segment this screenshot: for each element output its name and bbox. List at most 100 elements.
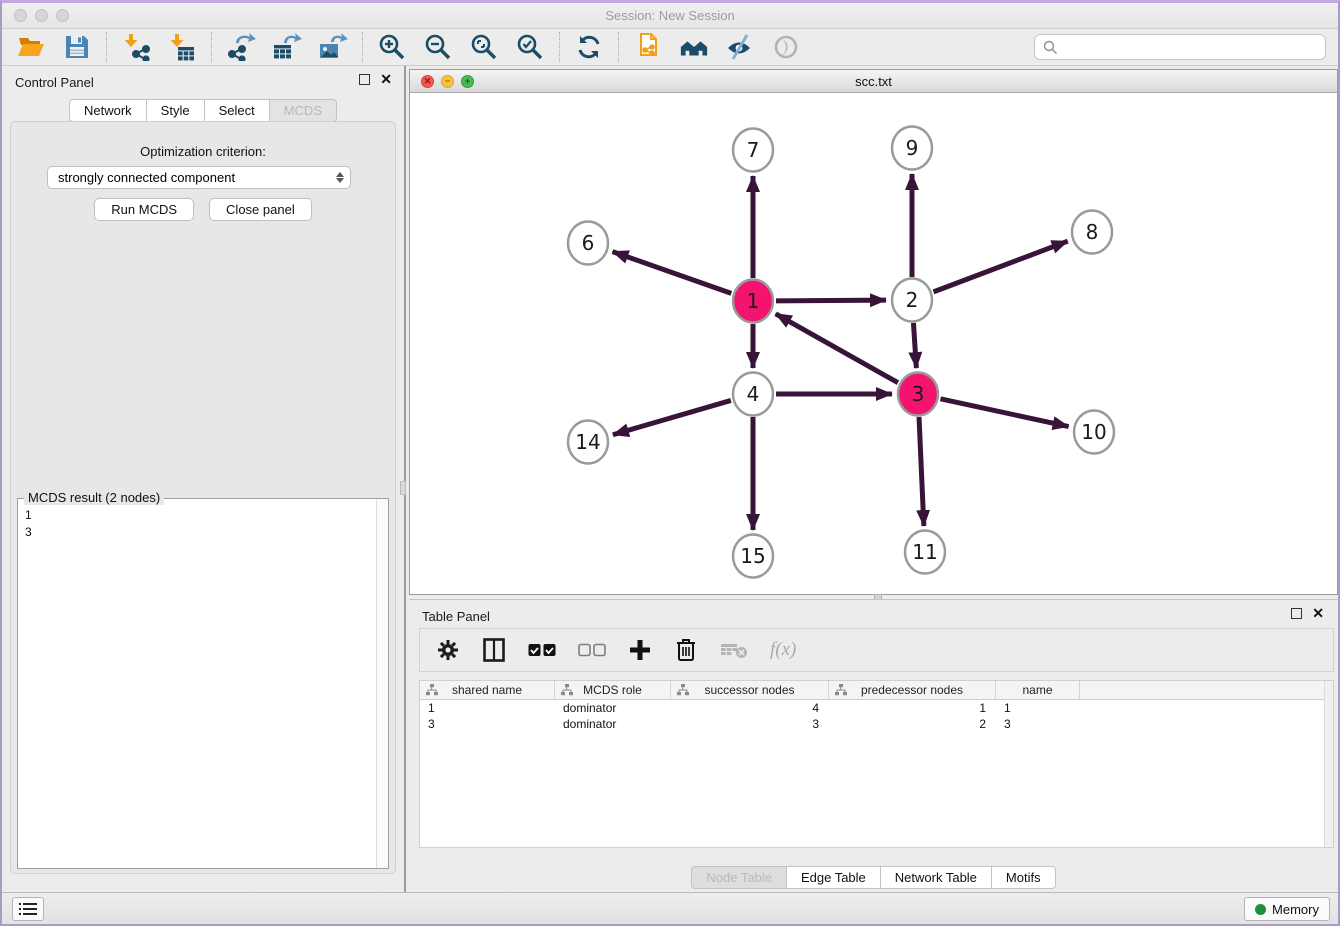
table-panel-maximize-icon[interactable]	[1291, 608, 1302, 619]
table-panel: Table Panel	[409, 599, 1338, 897]
edge-3-11[interactable]	[919, 417, 924, 526]
cell-shared-name[interactable]: 3	[420, 716, 555, 732]
graph-node-9[interactable]: 9	[892, 127, 932, 170]
show-all-icon[interactable]	[771, 32, 801, 62]
graph-node-15[interactable]: 15	[733, 535, 773, 578]
column-header-MCDS-role[interactable]: MCDS role	[555, 681, 671, 699]
cell-shared-name[interactable]: 1	[420, 700, 555, 716]
tab-node-table[interactable]: Node Table	[691, 866, 787, 889]
column-header-name[interactable]: name	[996, 681, 1080, 699]
tree-icon	[677, 684, 689, 696]
table-row[interactable]: 1dominator411	[420, 700, 1333, 716]
column-header-successor-nodes[interactable]: successor nodes	[671, 681, 829, 699]
task-history-button[interactable]	[12, 897, 44, 921]
table-panel-tabs: Node TableEdge TableNetwork TableMotifs	[409, 866, 1338, 889]
zoom-in-icon[interactable]	[377, 32, 407, 62]
cell-predecessor-nodes[interactable]: 1	[829, 700, 996, 716]
run-mcds-button[interactable]: Run MCDS	[94, 198, 194, 221]
tab-style[interactable]: Style	[146, 99, 205, 122]
network-view-window: ✕ − + scc.txt 7 9 6 8 1 2 4 3 14 10 15 11	[409, 69, 1338, 595]
tab-mcds[interactable]: MCDS	[269, 99, 337, 122]
tab-edge-table[interactable]: Edge Table	[786, 866, 881, 889]
close-panel-button[interactable]: Close panel	[209, 198, 312, 221]
network-window-titlebar[interactable]: ✕ − + scc.txt	[410, 70, 1337, 93]
panel-splitter-handle[interactable]	[400, 481, 406, 495]
column-header-shared-name[interactable]: shared name	[420, 681, 555, 699]
edge-3-1[interactable]	[776, 314, 898, 383]
save-session-icon[interactable]	[62, 32, 92, 62]
cell-successor-nodes[interactable]: 3	[671, 716, 829, 732]
graph-node-7[interactable]: 7	[733, 129, 773, 172]
export-table-icon[interactable]	[272, 32, 302, 62]
optimization-criterion-label: Optimization criterion:	[11, 144, 395, 159]
edge-4-14[interactable]	[613, 400, 731, 434]
tab-network[interactable]: Network	[69, 99, 147, 122]
cell-MCDS-role[interactable]: dominator	[555, 716, 671, 732]
open-session-icon[interactable]	[16, 32, 46, 62]
cell-name[interactable]: 3	[996, 716, 1080, 732]
edge-2-3[interactable]	[913, 323, 916, 368]
settings-gear-icon[interactable]	[436, 637, 460, 663]
mcds-result-list[interactable]: 1 3	[25, 507, 374, 866]
select-all-checkboxes-icon[interactable]	[528, 637, 556, 663]
graph-node-11[interactable]: 11	[905, 531, 945, 574]
duplicate-network-icon[interactable]	[633, 32, 663, 62]
edge-3-10[interactable]	[940, 399, 1068, 427]
cell-successor-nodes[interactable]: 4	[671, 700, 829, 716]
add-column-icon[interactable]	[628, 637, 652, 663]
criterion-selected-value: strongly connected component	[58, 170, 336, 185]
tab-network-table[interactable]: Network Table	[880, 866, 992, 889]
first-neighbors-icon[interactable]	[679, 32, 709, 62]
select-stepper-icon	[336, 172, 344, 183]
toggle-columns-icon[interactable]	[482, 637, 506, 663]
edge-2-8[interactable]	[934, 241, 1068, 292]
delete-column-icon[interactable]	[674, 637, 698, 663]
zoom-out-icon[interactable]	[423, 32, 453, 62]
table-toolbar: f(x)	[419, 628, 1334, 672]
result-scrollbar[interactable]	[376, 499, 388, 868]
column-header-predecessor-nodes[interactable]: predecessor nodes	[829, 681, 996, 699]
mcds-result-box: MCDS result (2 nodes) 1 3	[17, 498, 389, 869]
graph-node-3[interactable]: 3	[898, 373, 938, 416]
import-table-icon[interactable]	[167, 32, 197, 62]
criterion-select[interactable]: strongly connected component	[47, 166, 351, 189]
cell-predecessor-nodes[interactable]: 2	[829, 716, 996, 732]
zoom-fit-icon[interactable]	[469, 32, 499, 62]
edge-1-2[interactable]	[776, 300, 886, 301]
table-row[interactable]: 3dominator323	[420, 716, 1333, 732]
delete-table-icon[interactable]	[720, 637, 748, 663]
svg-text:3: 3	[912, 382, 925, 406]
control-panel-close-icon[interactable]	[380, 74, 392, 85]
graph-node-6[interactable]: 6	[568, 222, 608, 265]
memory-button[interactable]: Memory	[1244, 897, 1330, 921]
control-panel-maximize-icon[interactable]	[359, 74, 370, 85]
svg-text:7: 7	[747, 138, 760, 162]
table-scrollbar[interactable]	[1324, 681, 1333, 847]
table-panel-close-icon[interactable]	[1312, 608, 1324, 619]
hide-selected-icon[interactable]	[725, 32, 755, 62]
svg-text:9: 9	[906, 136, 919, 160]
cell-name[interactable]: 1	[996, 700, 1080, 716]
graph-node-1[interactable]: 1	[733, 280, 773, 323]
export-image-icon[interactable]	[318, 32, 348, 62]
export-network-icon[interactable]	[226, 32, 256, 62]
search-field[interactable]	[1034, 34, 1326, 60]
graph-node-8[interactable]: 8	[1072, 211, 1112, 254]
network-canvas[interactable]: 7 9 6 8 1 2 4 3 14 10 15 11	[410, 93, 1337, 594]
deselect-all-checkboxes-icon[interactable]	[578, 637, 606, 663]
tab-select[interactable]: Select	[204, 99, 270, 122]
refresh-network-icon[interactable]	[574, 32, 604, 62]
graph-node-2[interactable]: 2	[892, 279, 932, 322]
import-network-icon[interactable]	[121, 32, 151, 62]
graph-node-4[interactable]: 4	[733, 373, 773, 416]
search-input[interactable]	[1064, 40, 1317, 55]
graph-node-10[interactable]: 10	[1074, 411, 1114, 454]
graph-node-14[interactable]: 14	[568, 421, 608, 464]
edge-1-6[interactable]	[613, 252, 732, 294]
svg-text:1: 1	[747, 289, 760, 313]
network-window-title: scc.txt	[410, 74, 1337, 89]
zoom-selected-icon[interactable]	[515, 32, 545, 62]
tab-motifs[interactable]: Motifs	[991, 866, 1056, 889]
function-builder-icon[interactable]: f(x)	[770, 637, 796, 663]
cell-MCDS-role[interactable]: dominator	[555, 700, 671, 716]
